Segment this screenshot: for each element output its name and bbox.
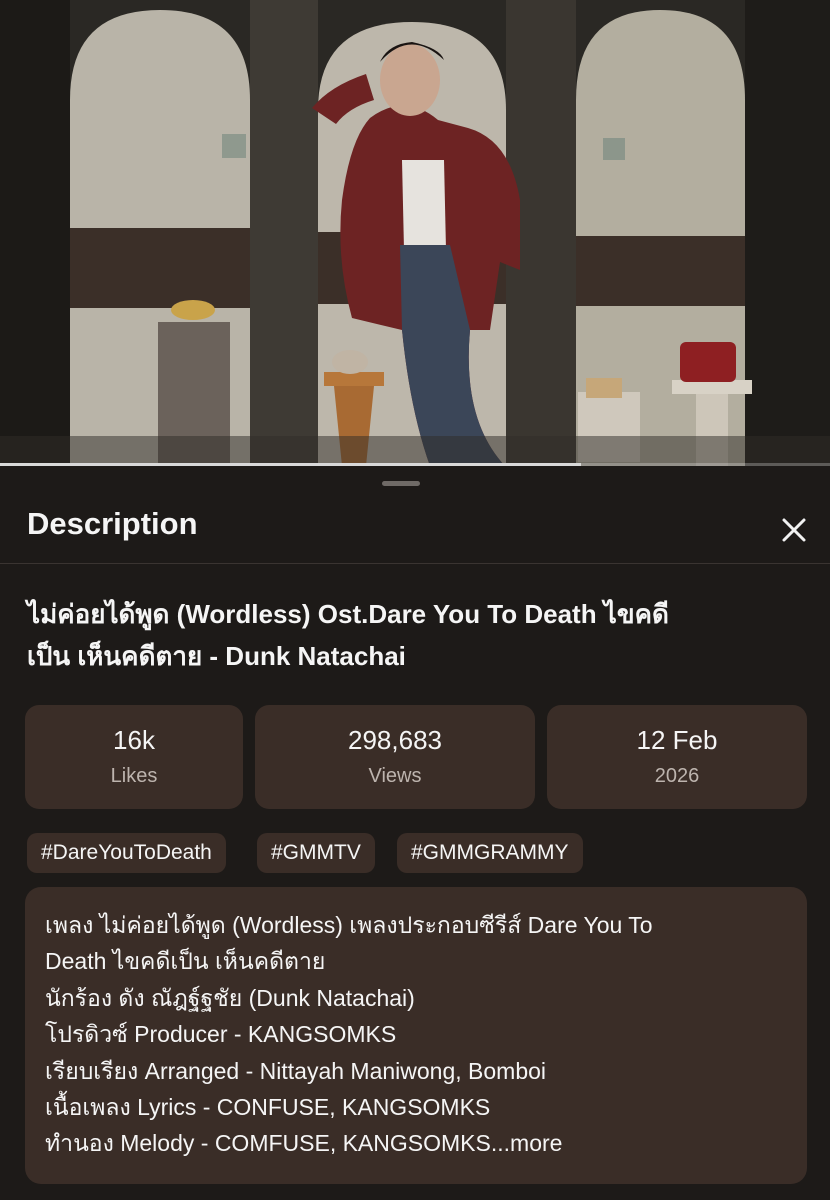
date-stat: 12 Feb 2026	[547, 705, 807, 809]
description-line: เพลง ไม่ค่อยได้พูด (Wordless) เพลงประกอบ…	[45, 912, 653, 938]
sheet-title: Description	[27, 506, 198, 541]
more-link[interactable]: ...more	[491, 1130, 563, 1156]
description-line: Death ไขคดีเป็น เห็นคดีตาย	[45, 948, 326, 975]
description-line: นักร้อง ดัง ณัฎฐ์ฐชัย (Dunk Natachai)	[45, 984, 415, 1011]
views-count: 298,683	[348, 725, 442, 755]
description-line: เรียบเรียง Arranged - Nittayah Maniwong,…	[45, 1057, 547, 1084]
likes-count: 16k	[113, 725, 155, 755]
close-icon	[782, 518, 806, 542]
video-frame	[0, 0, 830, 466]
description-sheet: Description ไม่ค่อยได้พูด (Wordless) Ost…	[0, 466, 830, 1200]
description-line: ทำนอง Melody - COMFUSE, KANGSOMKS...more	[45, 1125, 807, 1161]
description-line: โปรดิวซ์ Producer - KANGSOMKS	[45, 1021, 397, 1048]
video-title-line-1: ไม่ค่อยได้พูด (Wordless) Ost.Dare You To…	[27, 599, 669, 629]
publish-year: 2026	[654, 765, 700, 787]
hashtag-chip[interactable]: #GMMTV	[257, 833, 375, 873]
stats-row: 16k Likes 298,683 Views 12 Feb 2026	[25, 705, 807, 809]
video-player[interactable]	[0, 0, 830, 466]
hashtag-chip[interactable]: #GMMGRAMMY	[397, 833, 583, 873]
hashtag-chip[interactable]: #DareYouToDeath	[27, 833, 226, 873]
views-stat: 298,683 Views	[255, 705, 535, 809]
description-line-text: ทำนอง Melody - COMFUSE, KANGSOMKS	[45, 1130, 491, 1157]
description-line: เนื้อเพลง Lyrics - CONFUSE, KANGSOMKS	[45, 1094, 491, 1121]
likes-label: Likes	[110, 765, 158, 787]
video-title: ไม่ค่อยได้พูด (Wordless) Ost.Dare You To…	[27, 593, 797, 677]
sheet-header: Description	[0, 494, 830, 564]
close-button[interactable]	[772, 508, 816, 552]
publish-date: 12 Feb	[636, 725, 718, 755]
video-title-line-2: เป็น เห็นคดีตาย - Dunk Natachai	[27, 641, 406, 671]
description-body[interactable]: เพลง ไม่ค่อยได้พูด (Wordless) เพลงประกอบ…	[25, 887, 807, 1184]
drag-handle[interactable]	[382, 481, 420, 486]
views-label: Views	[368, 765, 422, 787]
likes-stat[interactable]: 16k Likes	[25, 705, 243, 809]
